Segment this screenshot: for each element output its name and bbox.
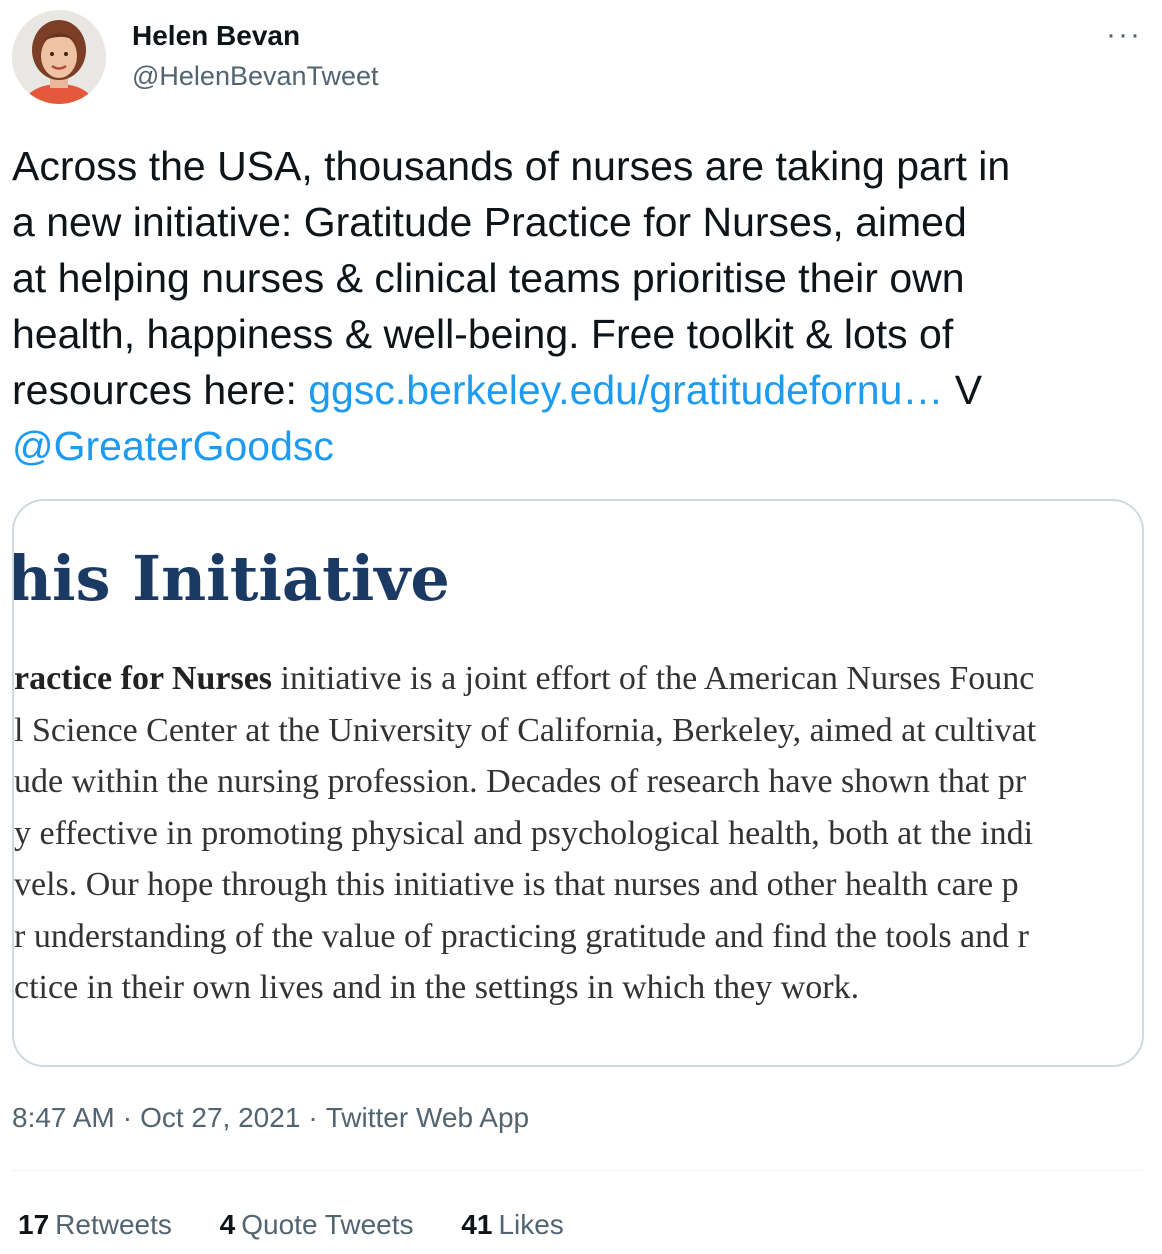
tweet-line: at helping nurses & clinical teams prior… [12, 255, 965, 301]
tweet-line: health, happiness & well-being. Free too… [12, 311, 954, 357]
author-avatar[interactable] [12, 10, 106, 104]
meta-separator: · [122, 1102, 133, 1133]
likes-label: Likes [498, 1209, 564, 1240]
card-line: ude within the nursing profession. Decad… [14, 763, 1027, 800]
tweet-text: Across the USA, thousands of nurses are … [12, 138, 1152, 474]
card-paragraph: ractice for Nurses initiative is a joint… [14, 653, 1036, 1014]
media-card[interactable]: 'his Initiative ractice for Nurses initi… [12, 499, 1144, 1067]
card-line: ctice in their own lives and in the sett… [14, 969, 860, 1006]
profile-photo-icon [12, 10, 106, 104]
tweet-time[interactable]: 8:47 AM [12, 1102, 115, 1133]
card-line: ractice for Nurses initiative is a joint… [14, 653, 1036, 705]
tweet-line: resources here: ggsc.berkeley.edu/gratit… [12, 362, 1152, 418]
card-line-text: initiative is a joint effort of the Amer… [272, 660, 1035, 697]
tweet-stats: 17 Retweets 4 Quote Tweets 41 Likes [18, 1205, 604, 1245]
tweet-line: a new initiative: Gratitude Practice for… [12, 199, 967, 245]
retweets-stat[interactable]: 17 Retweets [18, 1205, 172, 1245]
card-title: 'his Initiative [12, 542, 450, 615]
quote-tweets-label: Quote Tweets [241, 1209, 414, 1240]
likes-stat[interactable]: 41 Likes [461, 1205, 564, 1245]
tweet-line: Across the USA, thousands of nurses are … [12, 143, 1011, 189]
meta-separator: · [308, 1102, 318, 1133]
card-line: l Science Center at the University of Ca… [14, 711, 1037, 749]
tweet-line: @GreaterGoodsc [12, 418, 1152, 474]
card-line: y effective in promoting physical and ps… [14, 814, 1034, 852]
likes-count: 41 [461, 1209, 493, 1240]
retweets-label: Retweets [55, 1209, 172, 1240]
divider [12, 1170, 1142, 1171]
more-dots-icon[interactable]: ··· [1104, 18, 1144, 52]
tweet-line-text: resources here: [12, 367, 309, 413]
tweet-meta: 8:47 AM · Oct 27, 2021 · Twitter Web App [12, 1098, 529, 1138]
tweet-line-text: V [943, 367, 983, 413]
mention-link[interactable]: @GreaterGoodsc [12, 423, 334, 469]
author-name[interactable]: Helen Bevan [132, 19, 300, 53]
quote-tweets-stat[interactable]: 4 Quote Tweets [220, 1205, 414, 1245]
retweets-count: 17 [18, 1209, 50, 1240]
card-bold-text: ractice for Nurses [14, 660, 273, 697]
quote-tweets-count: 4 [219, 1209, 236, 1240]
card-line: r understanding of the value of practici… [14, 917, 1029, 955]
tweet-source[interactable]: Twitter Web App [326, 1102, 529, 1133]
card-line: vels. Our hope through this initiative i… [14, 866, 1019, 903]
author-handle[interactable]: @HelenBevanTweet [132, 59, 379, 93]
tweet-link[interactable]: ggsc.berkeley.edu/gratitudefornu… [308, 367, 943, 413]
tweet-date[interactable]: Oct 27, 2021 [140, 1102, 300, 1133]
